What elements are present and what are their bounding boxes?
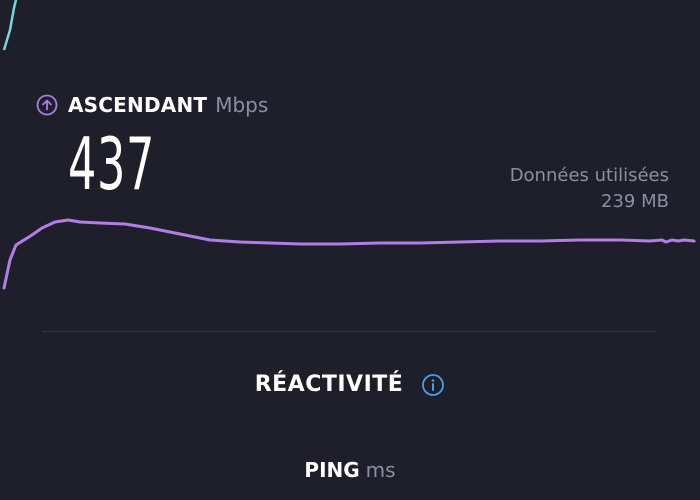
reactivity-section: RÉACTIVITÉ [0, 372, 700, 397]
upload-speed-graph [2, 218, 696, 290]
arrow-up-circle-icon [36, 94, 58, 116]
upload-label: ASCENDANT [68, 93, 208, 117]
info-icon[interactable] [421, 373, 445, 397]
download-graph-tail [2, 0, 18, 51]
data-used-label: Données utilisées [509, 165, 669, 186]
reactivity-title: RÉACTIVITÉ [254, 372, 404, 397]
ping-header: PING ms [0, 458, 700, 482]
ping-label: PING [304, 458, 360, 482]
upload-graph-line [2, 218, 696, 290]
upload-speed-value: 437 [68, 122, 156, 206]
upload-header: ASCENDANT Mbps [36, 91, 268, 119]
upload-unit: Mbps [215, 93, 269, 117]
ping-unit: ms [365, 458, 396, 482]
section-divider [42, 331, 656, 332]
